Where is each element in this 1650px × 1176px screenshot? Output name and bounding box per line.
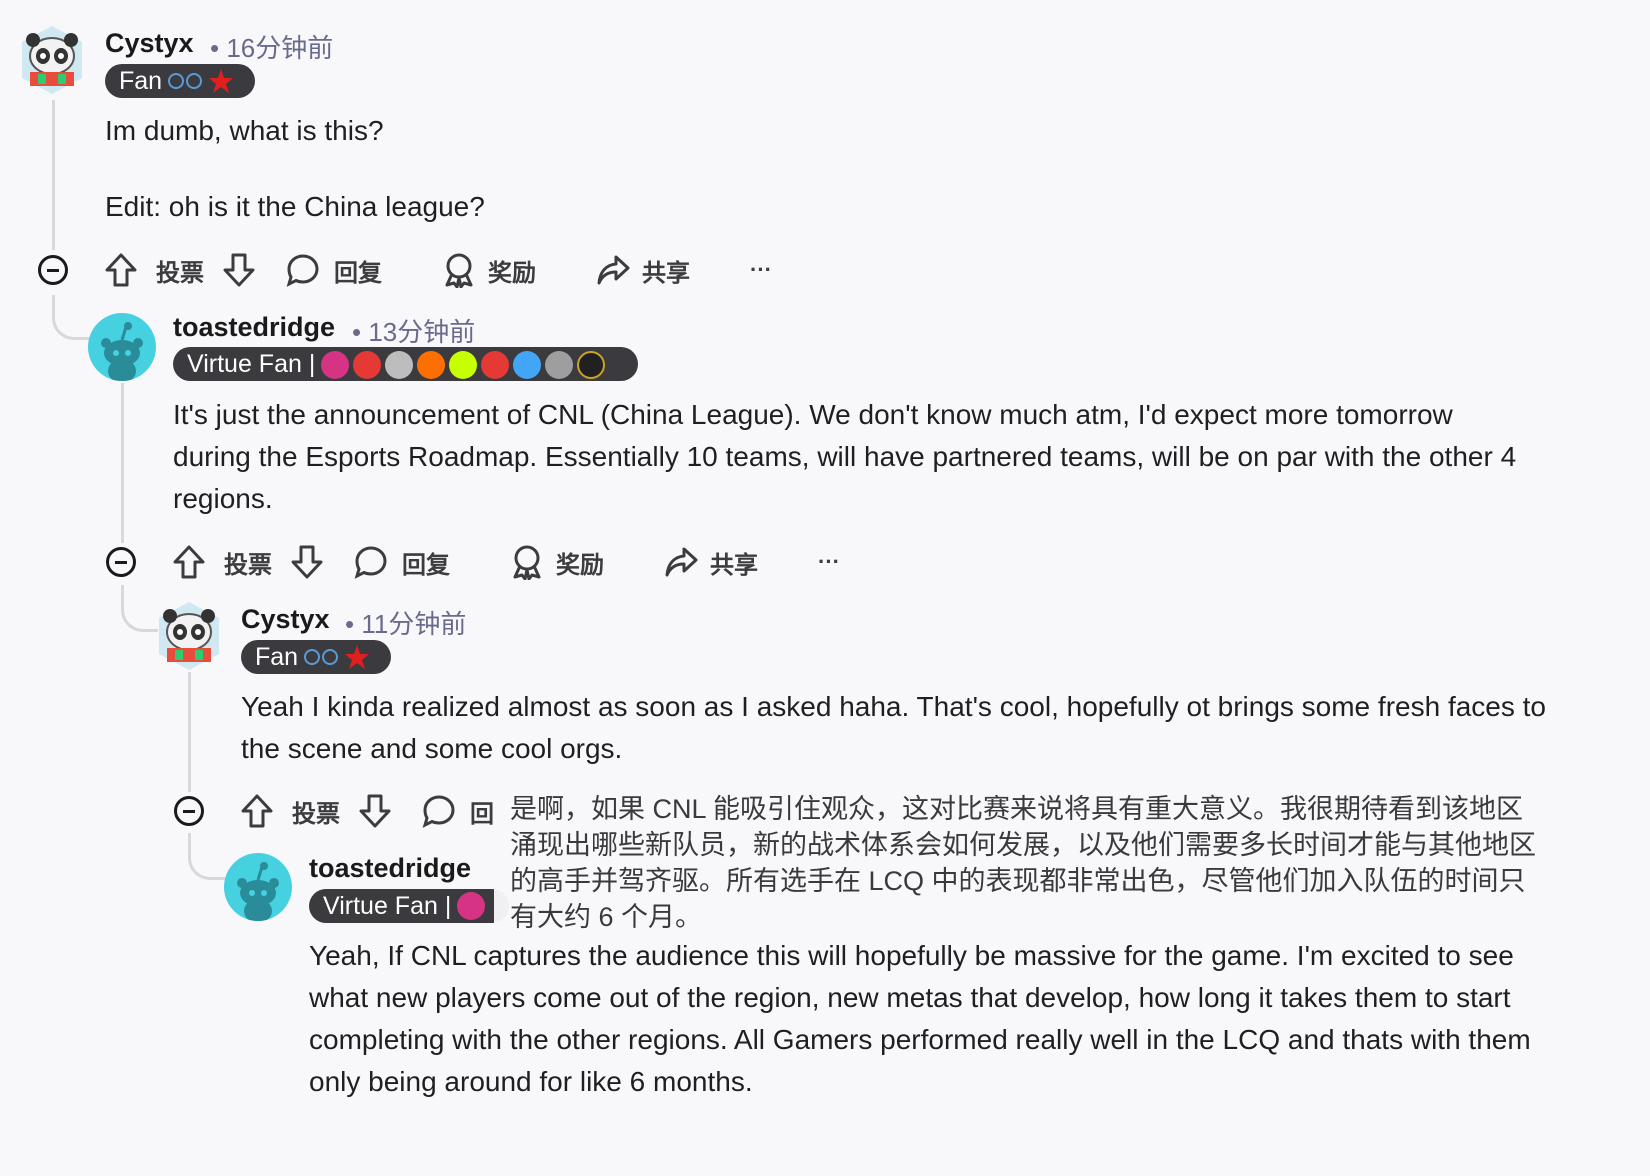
translation-popup: 是啊，如果 CNL 能吸引住观众，这对比赛来说将具有重大意义。我很期待看到该地区… (494, 789, 1554, 937)
upvote-icon[interactable] (104, 252, 138, 288)
avatar[interactable] (18, 24, 86, 96)
username[interactable]: Cystyx (105, 28, 194, 59)
award-label: 奖励 (488, 259, 536, 287)
username[interactable]: Cystyx (241, 604, 330, 635)
timestamp[interactable]: • 13分钟前 (352, 312, 475, 349)
share-label: 共享 (642, 259, 690, 287)
comment-icon (286, 254, 319, 287)
share-button[interactable]: 共享 (664, 545, 758, 580)
downvote-icon[interactable] (222, 252, 256, 288)
reply-label: 回复 (402, 551, 450, 579)
panda-avatar-icon (22, 26, 82, 94)
flair-label: Fan (119, 66, 163, 95)
action-bar: 投票 回复 奖励 共享 ··· (104, 250, 772, 290)
comment-paragraph: Yeah I kinda realized almost as soon as … (241, 691, 1546, 764)
collapse-button[interactable] (38, 255, 68, 285)
comment-body: Yeah, If CNL captures the audience this … (309, 935, 1579, 1103)
panda-avatar-icon (159, 602, 219, 670)
username[interactable]: toastedridge (309, 853, 471, 884)
reply-label: 回 (470, 800, 494, 828)
team-logos-icon (168, 73, 203, 89)
avatar[interactable] (224, 853, 292, 921)
downvote-icon[interactable] (290, 544, 324, 580)
reply-button[interactable]: 回 (422, 794, 494, 829)
action-bar: 投票 回 (240, 791, 494, 831)
user-flair: Fan (105, 64, 255, 98)
thread-line-2[interactable] (121, 383, 124, 543)
collapse-button[interactable] (174, 796, 204, 826)
flair-label: Fan (255, 642, 299, 671)
username[interactable]: toastedridge (173, 312, 335, 343)
thread-curve-3 (188, 833, 225, 880)
comment-body: Yeah I kinda realized almost as soon as … (241, 686, 1581, 770)
more-options-button[interactable]: ··· (818, 549, 840, 575)
upvote-icon[interactable] (240, 793, 274, 829)
vote-label: 投票 (224, 551, 272, 579)
flair-label: Virtue Fan | (323, 891, 452, 920)
upvote-icon[interactable] (172, 544, 206, 580)
award-button[interactable]: 奖励 (510, 544, 604, 580)
reply-button[interactable]: 回复 (354, 545, 450, 580)
award-icon (513, 545, 541, 580)
astralis-logo-icon (209, 69, 234, 93)
thread-curve-1 (52, 295, 91, 340)
more-options-button[interactable]: ··· (750, 257, 772, 283)
timestamp[interactable]: • 16分钟前 (210, 28, 333, 65)
share-label: 共享 (710, 551, 758, 579)
user-flair: Fan (241, 640, 391, 674)
reply-button[interactable]: 回复 (286, 253, 382, 288)
comment-paragraph: It's just the announcement of CNL (China… (173, 399, 1517, 514)
team-logos-icon (321, 349, 609, 379)
comment-icon (422, 795, 455, 828)
share-icon (665, 547, 698, 577)
share-icon (597, 255, 630, 285)
translation-text: 是啊，如果 CNL 能吸引住观众，这对比赛来说将具有重大意义。我很期待看到该地区… (510, 794, 1536, 932)
flair-label: Virtue Fan | (187, 349, 316, 378)
award-icon (445, 253, 473, 288)
comment-icon (354, 546, 387, 579)
comment-body: It's just the announcement of CNL (China… (173, 394, 1523, 520)
collapse-button[interactable] (106, 547, 136, 577)
thread-line-3[interactable] (188, 672, 191, 792)
user-flair: Virtue Fan | (309, 889, 509, 923)
vote-label: 投票 (156, 259, 204, 287)
team-logos-icon (304, 649, 339, 665)
reply-label: 回复 (334, 259, 382, 287)
snoo-avatar-icon (101, 322, 143, 381)
astralis-logo-icon (345, 645, 370, 669)
user-flair: Virtue Fan | (173, 347, 638, 381)
avatar[interactable] (88, 313, 156, 381)
comment-paragraph: Im dumb, what is this? (105, 115, 384, 146)
comment-paragraph: Edit: oh is it the China league? (105, 191, 485, 222)
avatar[interactable] (155, 600, 223, 672)
comment-paragraph: Yeah, If CNL captures the audience this … (309, 940, 1531, 1097)
award-label: 奖励 (556, 551, 604, 579)
downvote-icon[interactable] (358, 793, 392, 829)
award-button[interactable]: 奖励 (442, 252, 536, 288)
thread-line-1[interactable] (52, 100, 55, 250)
team-logo-icon (457, 892, 486, 920)
thread-curve-2 (121, 585, 158, 632)
timestamp[interactable]: • 11分钟前 (345, 604, 466, 641)
vote-label: 投票 (292, 800, 340, 828)
share-button[interactable]: 共享 (596, 253, 690, 288)
snoo-avatar-icon (237, 862, 279, 921)
comment-body: Im dumb, what is this? Edit: oh is it th… (105, 110, 1405, 228)
action-bar: 投票 回复 奖励 共享 ··· (172, 542, 840, 582)
